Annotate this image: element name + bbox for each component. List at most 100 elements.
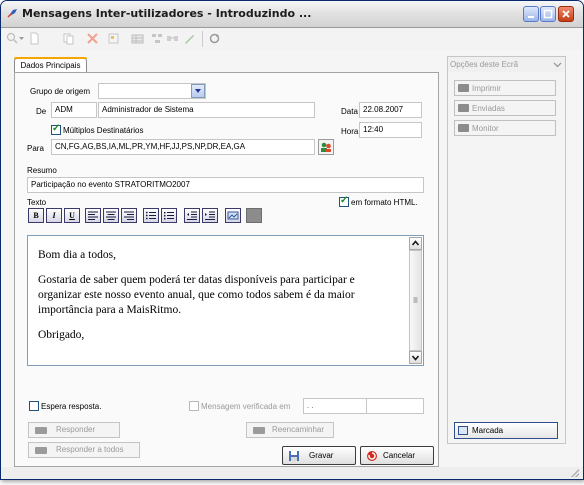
- tools-icon[interactable]: [183, 32, 196, 45]
- responder-todos-button[interactable]: Responder a todos: [28, 442, 140, 458]
- sidebar-item-imprimir[interactable]: Imprimir: [454, 80, 556, 96]
- maximize-icon: [543, 9, 553, 19]
- numbered-list-button[interactable]: [143, 208, 159, 223]
- marcada-toggle[interactable]: Marcada: [454, 422, 558, 439]
- grip-icon: [413, 297, 418, 303]
- save-icon: [289, 451, 299, 461]
- reply-icon: [35, 427, 47, 434]
- scroll-thumb[interactable]: [409, 250, 422, 351]
- grupo-dropdown-button[interactable]: [191, 84, 205, 98]
- resumo-field[interactable]: Participação no evento STRATORITMO2007: [27, 177, 424, 193]
- toolbar: [1, 28, 583, 51]
- verificada-time-field[interactable]: [366, 398, 424, 414]
- grid-icon[interactable]: [131, 32, 144, 45]
- verificada-checkbox[interactable]: [189, 401, 199, 411]
- bullet-list-icon: [164, 212, 174, 220]
- forward-icon: [253, 427, 265, 434]
- align-center-icon: [106, 211, 116, 220]
- grupo-label: Grupo de origem: [30, 87, 91, 96]
- message-body: Bom dia a todos, Gostaria de saber quem …: [38, 248, 398, 353]
- align-right-button[interactable]: [121, 208, 137, 223]
- hora-field[interactable]: 12:40: [359, 122, 422, 138]
- editor-scrollbar[interactable]: [409, 237, 422, 364]
- outdent-icon: [187, 211, 197, 220]
- reencaminhar-label: Reencaminhar: [272, 425, 325, 434]
- scroll-up-button[interactable]: [409, 237, 422, 250]
- copy-icon[interactable]: [62, 32, 75, 45]
- select-recipients-button[interactable]: [318, 139, 334, 155]
- cancelar-button[interactable]: Cancelar: [360, 446, 434, 465]
- body-line: Gostaria de saber quem poderá ter datas …: [38, 274, 355, 316]
- responder-button[interactable]: Responder: [28, 422, 120, 438]
- verificada-label: Mensagem verificada em: [201, 402, 291, 411]
- status-bar: [1, 467, 583, 479]
- edit-icon[interactable]: [107, 32, 120, 45]
- chevron-down-icon[interactable]: [18, 32, 25, 45]
- align-left-icon: [88, 211, 98, 220]
- hierarchy-icon[interactable]: [151, 32, 164, 45]
- bullet-list-button[interactable]: [161, 208, 177, 223]
- para-label: Para: [27, 144, 44, 153]
- body-line: Obrigado,: [38, 329, 85, 341]
- align-center-button[interactable]: [103, 208, 119, 223]
- message-window: Mensagens Inter-utilizadores - Introduzi…: [0, 0, 584, 480]
- resumo-label: Resumo: [27, 166, 57, 175]
- sidebar-item-monitor[interactable]: Monitor: [454, 120, 556, 136]
- grupo-select[interactable]: [98, 83, 206, 99]
- cancel-icon: [367, 451, 377, 461]
- align-left-button[interactable]: [85, 208, 101, 223]
- bold-button[interactable]: B: [28, 208, 44, 223]
- marcada-checkbox: [458, 426, 468, 435]
- indent-button[interactable]: [202, 208, 218, 223]
- html-checkbox[interactable]: [339, 195, 349, 207]
- multiplos-checkbox[interactable]: [51, 123, 61, 135]
- network-icon[interactable]: [166, 32, 179, 45]
- responder-label: Responder: [56, 425, 96, 434]
- tab-dados-principais[interactable]: Dados Principais: [14, 57, 87, 73]
- italic-button[interactable]: I: [46, 208, 62, 223]
- close-button[interactable]: [558, 6, 574, 22]
- new-document-icon[interactable]: [28, 32, 41, 45]
- chevron-down-icon: [195, 89, 201, 93]
- print-icon: [458, 84, 469, 92]
- app-icon: [7, 9, 17, 18]
- para-field[interactable]: CN,FG,AG,BS,IA,ML,PR,YM,HF,JJ,PS,NP,DR,E…: [51, 139, 315, 155]
- options-sidebar: Opções deste Ecrã Imprimir Enviadas Moni…: [447, 56, 566, 444]
- image-icon: [227, 211, 239, 220]
- minimize-button[interactable]: [523, 6, 539, 22]
- message-editor[interactable]: Bom dia a todos, Gostaria de saber quem …: [27, 235, 424, 366]
- insert-image-button[interactable]: [225, 208, 241, 223]
- html-label: em formato HTML.: [351, 198, 418, 207]
- monitor-icon: [458, 124, 469, 132]
- reply-all-icon: [35, 447, 47, 454]
- espera-checkbox[interactable]: [29, 401, 39, 411]
- multiplos-label: Múltiplos Destinatários: [63, 126, 144, 135]
- form-panel: Grupo de origem De ADM Administrador de …: [14, 72, 439, 467]
- text-color-button[interactable]: [246, 208, 262, 223]
- chevron-down-icon: [553, 62, 562, 68]
- de-code-field[interactable]: ADM: [51, 102, 97, 118]
- resize-grip-icon[interactable]: [571, 469, 579, 477]
- reencaminhar-button[interactable]: Reencaminhar: [246, 422, 334, 438]
- minimize-icon: [528, 16, 534, 18]
- delete-icon[interactable]: [86, 32, 99, 45]
- underline-button[interactable]: U: [64, 208, 80, 223]
- body-line: Bom dia a todos,: [38, 249, 116, 261]
- data-field[interactable]: 22.08.2007: [359, 102, 422, 118]
- sidebar-header[interactable]: Opções deste Ecrã: [448, 57, 565, 72]
- verificada-date-field[interactable]: . .: [303, 398, 375, 414]
- scroll-down-button[interactable]: [409, 351, 422, 364]
- gravar-button[interactable]: Gravar: [282, 446, 356, 465]
- de-name-field[interactable]: Administrador de Sistema: [98, 102, 315, 118]
- sidebar-item-label: Monitor: [472, 124, 499, 133]
- toolbar-separator: [202, 31, 203, 47]
- numbered-list-icon: [145, 211, 156, 220]
- refresh-icon[interactable]: [208, 32, 221, 45]
- outdent-button[interactable]: [184, 208, 200, 223]
- data-label: Data: [341, 107, 358, 116]
- sidebar-item-enviadas[interactable]: Enviadas: [454, 100, 556, 116]
- maximize-button[interactable]: [540, 6, 556, 22]
- sidebar-item-label: Enviadas: [472, 104, 505, 113]
- window-title: Mensagens Inter-utilizadores - Introduzi…: [22, 7, 312, 20]
- espera-label: Espera resposta.: [41, 402, 102, 411]
